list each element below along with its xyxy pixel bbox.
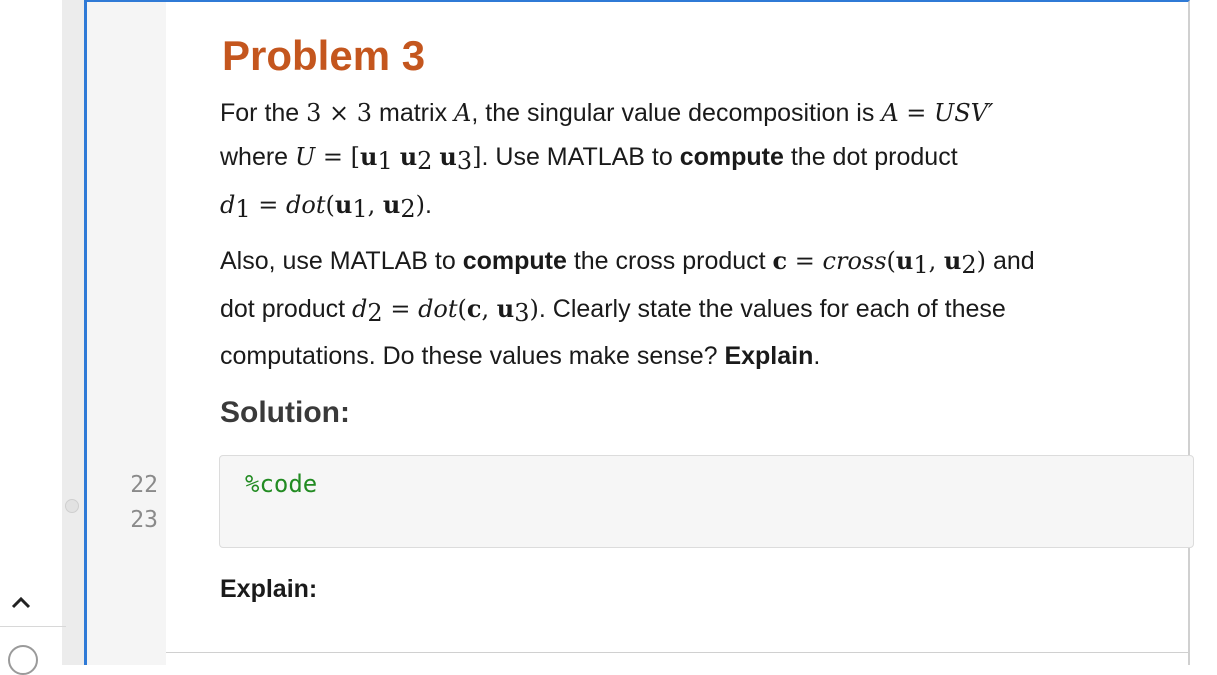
math-dot: dot (286, 191, 326, 219)
math-u3: u (439, 142, 457, 171)
text: dot product (220, 295, 353, 323)
math-c: c (772, 246, 788, 275)
math-u1: u (334, 190, 353, 219)
math-u2: u (943, 246, 962, 275)
code-block[interactable] (219, 455, 1194, 548)
text: . (813, 342, 821, 370)
breakpoint-marker[interactable] (65, 499, 79, 513)
math-equals: = (382, 295, 419, 323)
text: . (424, 191, 432, 219)
problem-instructions: Also, use MATLAB to compute the cross pr… (220, 246, 1035, 370)
text: matrix (372, 99, 455, 127)
text: , the singular value decomposition is (471, 99, 882, 127)
subscript: 2 (400, 195, 416, 223)
text: the dot product (783, 143, 958, 171)
content-divider (166, 652, 1190, 653)
math-u1: u (360, 142, 378, 171)
problem-description: For the 3 × 3 matrix A, the singular val… (220, 99, 994, 223)
subscript: 3 (514, 299, 530, 327)
chevron-up-icon (11, 596, 31, 609)
text: Also, use MATLAB to (220, 247, 463, 275)
bold-text: compute (462, 247, 567, 275)
left-divider (0, 626, 66, 627)
subscript: 1 (235, 195, 251, 223)
bold-text: compute (679, 143, 784, 171)
solution-heading: Solution: (220, 396, 350, 429)
math-matrix-a: A (454, 99, 472, 127)
collapse-button[interactable] (6, 588, 36, 618)
bold-text: Explain (724, 342, 814, 370)
text: For the (220, 99, 307, 127)
math-d2: d (352, 295, 368, 323)
text: where (220, 143, 296, 171)
text: the cross product (566, 247, 773, 275)
math-u2: u (399, 142, 418, 171)
problem-title: Problem 3 (222, 32, 426, 79)
left-pane (0, 0, 64, 665)
subscript: 1 (352, 195, 368, 223)
math-u3: u (496, 294, 515, 323)
subscript: 1 (377, 147, 393, 175)
left-strip (62, 0, 84, 665)
math-cross: cross (822, 247, 887, 275)
line-number: 23 (130, 507, 158, 533)
math-equals: = (250, 191, 287, 219)
math-equals: = (787, 247, 823, 275)
math-svd: A = USV′ (881, 99, 994, 127)
circle-icon[interactable] (8, 645, 38, 675)
math-c: c (466, 294, 482, 323)
math-u-lhs: U = (295, 143, 351, 171)
subscript: 2 (417, 147, 433, 175)
subscript: 2 (367, 299, 383, 327)
subscript: 1 (913, 251, 929, 279)
math-dot: dot (418, 295, 458, 323)
editor-gutter (84, 0, 166, 665)
code-comment[interactable]: %code (245, 470, 317, 498)
line-number: 22 (130, 472, 158, 498)
text: . Use MATLAB to (481, 143, 680, 171)
explain-heading: Explain: (220, 575, 318, 603)
text: and (986, 247, 1035, 275)
subscript: 3 (456, 147, 473, 175)
math-size: 3 × 3 (306, 99, 373, 127)
math-d1: d (220, 191, 236, 219)
subscript: 2 (961, 251, 977, 279)
math-u1: u (895, 246, 914, 275)
math-u2: u (382, 190, 401, 219)
text: computations. Do these values make sense… (220, 342, 725, 370)
text: . Clearly state the values for each of t… (538, 295, 1006, 323)
